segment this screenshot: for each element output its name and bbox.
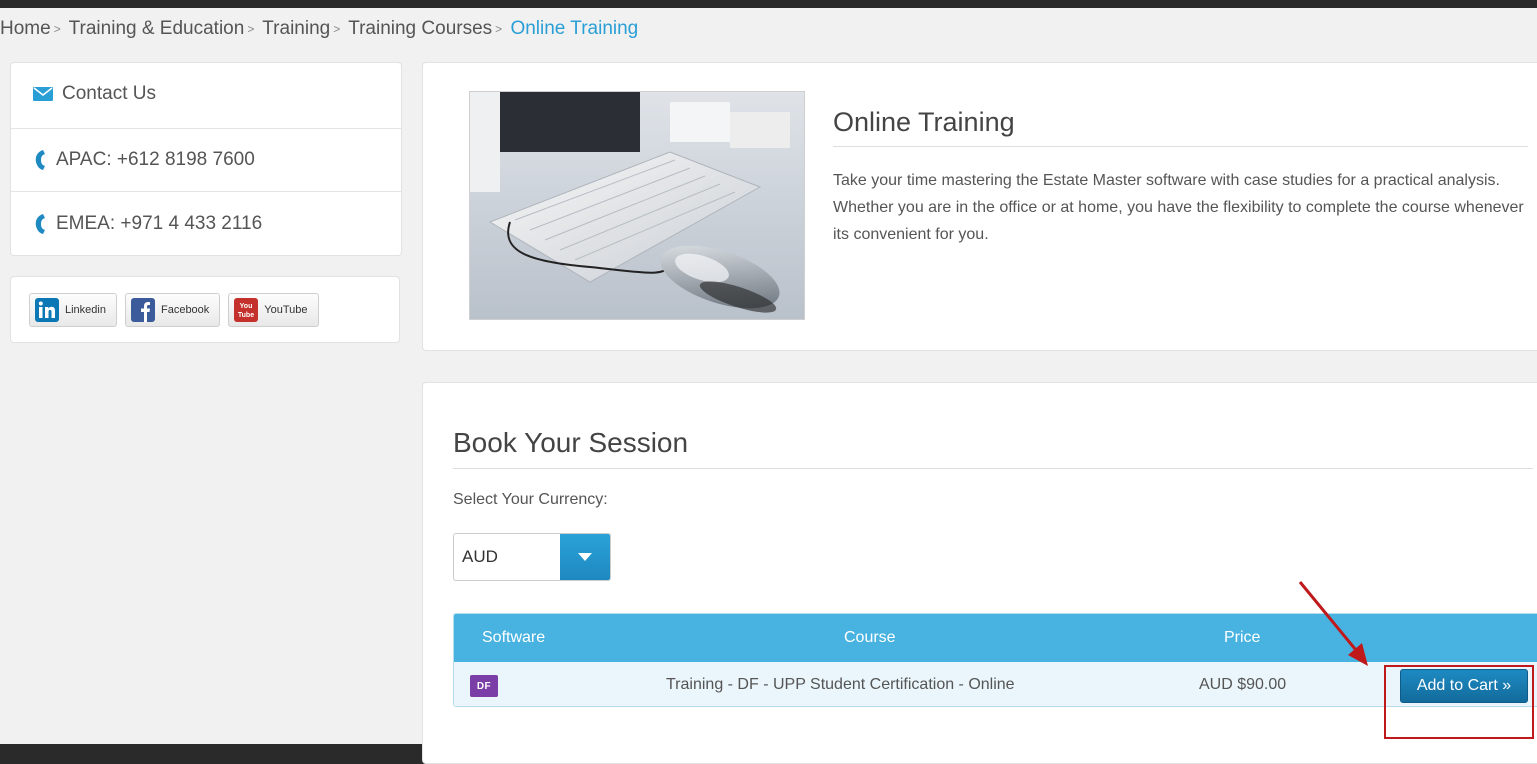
youtube-button[interactable]: You Tube YouTube (228, 292, 319, 327)
linkedin-button[interactable]: Linkedin (29, 292, 117, 327)
youtube-label: YouTube (264, 303, 308, 316)
linkedin-label: Linkedin (65, 303, 106, 316)
course-price: AUD $90.00 (1199, 676, 1287, 693)
linkedin-icon (35, 297, 59, 322)
currency-select[interactable]: AUD (453, 533, 611, 581)
header-price: Price (1224, 629, 1261, 646)
breadcrumb: Home > Training & Education > Training > Tr… (0, 18, 638, 40)
header-software: Software (482, 629, 546, 646)
contact-us-link[interactable]: Contact Us (11, 63, 401, 129)
booking-card: Book Your Session Select Your Currency: … (422, 382, 1537, 764)
breadcrumb-home[interactable]: Home (0, 18, 51, 39)
intro-title: Online Training (833, 107, 1015, 137)
booking-title: Book Your Session (453, 427, 689, 458)
breadcrumb-separator: > (495, 22, 503, 36)
breadcrumb-training-education[interactable]: Training & Education (69, 18, 245, 39)
table-row: DF Training - DF - UPP Student Certifica… (454, 662, 1537, 706)
emea-phone-label: EMEA: +971 4 433 2116 (56, 212, 263, 234)
emea-phone[interactable]: EMEA: +971 4 433 2116 (11, 192, 401, 255)
apac-phone[interactable]: APAC: +612 8198 7600 (11, 129, 401, 192)
contact-card: Contact Us APAC: +612 8198 7600 EMEA: +9… (10, 62, 402, 256)
divider (833, 146, 1528, 147)
keyboard-mouse-image (469, 91, 805, 320)
phone-icon (33, 213, 47, 235)
apac-phone-label: APAC: +612 8198 7600 (56, 149, 255, 170)
breadcrumb-separator: > (247, 22, 255, 36)
chevron-down-icon[interactable] (560, 534, 610, 580)
breadcrumb-separator: > (333, 22, 341, 36)
facebook-button[interactable]: Facebook (124, 292, 221, 327)
contact-us-label: Contact Us (62, 82, 156, 104)
breadcrumb-separator: > (53, 22, 61, 36)
envelope-icon (33, 86, 53, 101)
table-header: Software Course Price (454, 614, 1537, 662)
intro-card: Online Training Take your time mastering… (422, 62, 1537, 351)
intro-description: Take your time mastering the Estate Mast… (833, 172, 1524, 243)
svg-text:You: You (240, 303, 253, 310)
social-card: Linkedin Facebook You Tube YouTube (10, 276, 400, 343)
facebook-icon (130, 297, 155, 322)
currency-value: AUD (462, 547, 498, 566)
divider (453, 468, 1533, 469)
facebook-label: Facebook (160, 303, 210, 316)
df-software-icon: DF (470, 675, 498, 697)
breadcrumb-training[interactable]: Training (262, 18, 330, 39)
course-table: Software Course Price DF Training - DF -… (453, 613, 1537, 707)
youtube-icon: You Tube (234, 297, 259, 322)
currency-label: Select Your Currency: (453, 491, 608, 508)
breadcrumb-training-courses[interactable]: Training Courses (348, 18, 492, 39)
breadcrumb-current[interactable]: Online Training (510, 18, 638, 39)
header-course: Course (844, 629, 896, 646)
add-to-cart-button[interactable]: Add to Cart » (1400, 669, 1528, 703)
phone-icon (33, 149, 47, 171)
svg-text:Tube: Tube (238, 312, 254, 319)
course-name: Training - DF - UPP Student Certificatio… (666, 676, 1015, 693)
